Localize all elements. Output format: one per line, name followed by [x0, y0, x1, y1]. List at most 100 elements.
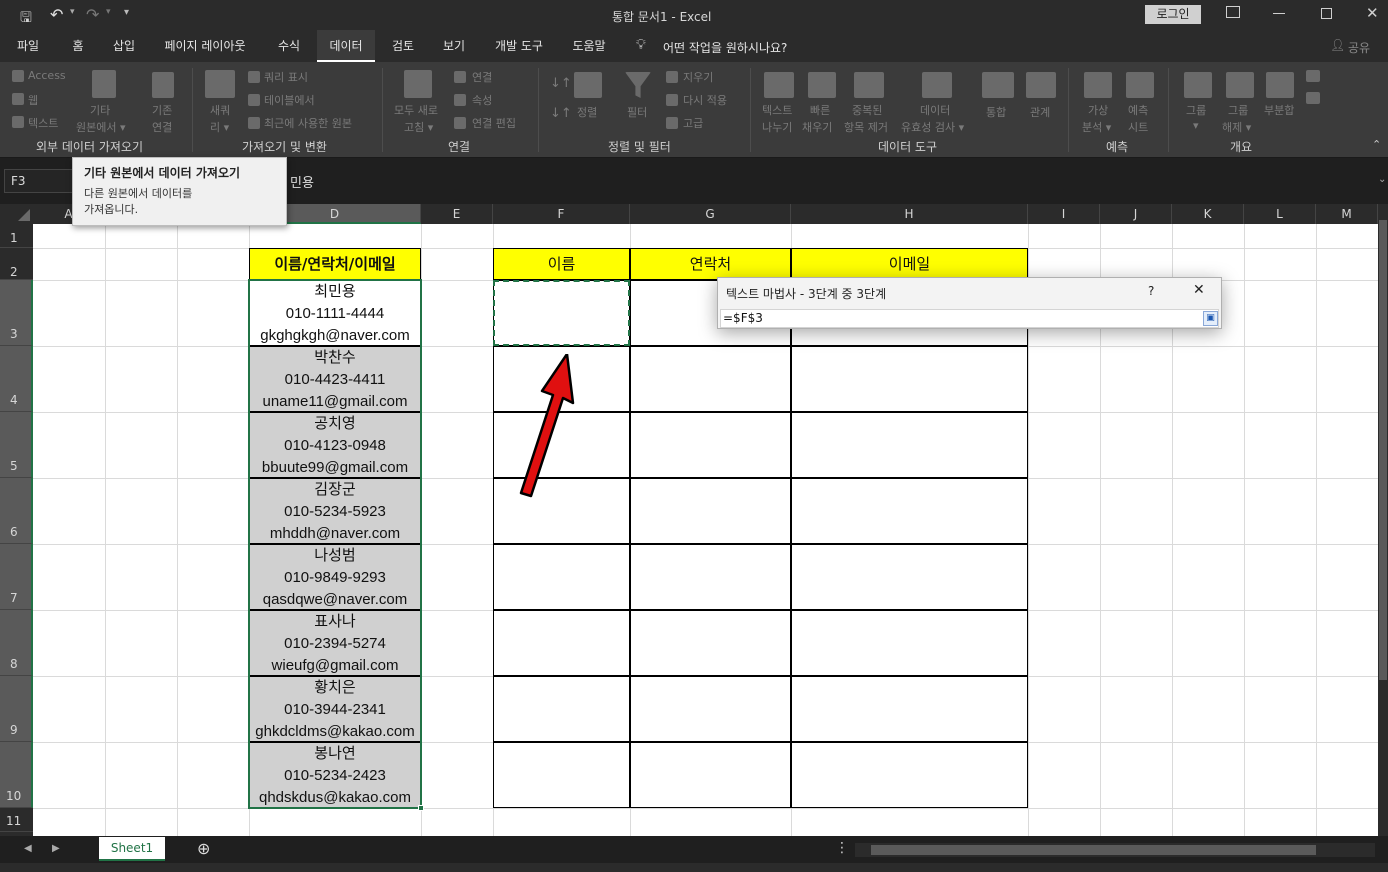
minimize-icon[interactable] [1273, 13, 1285, 14]
select-all-corner[interactable] [0, 204, 33, 224]
hide-detail-icon[interactable] [1306, 92, 1320, 104]
data-cell-d3[interactable]: 최민용 010-1111-4444 gkghgkgh@naver.com [249, 280, 421, 346]
sort-button[interactable]: 정렬 [577, 104, 597, 120]
relationships-button[interactable]: 관계 [1030, 104, 1050, 120]
expand-formula-bar-icon[interactable]: ⌄ [1378, 174, 1386, 185]
tab-insert[interactable]: 삽입 [104, 30, 144, 62]
empty-cell[interactable] [791, 610, 1028, 676]
empty-cell[interactable] [493, 544, 630, 610]
tab-page-layout[interactable]: 페이지 레이아웃 [152, 30, 258, 62]
dialog-help-button[interactable]: ? [1148, 284, 1154, 298]
tab-review[interactable]: 검토 [383, 30, 423, 62]
empty-cell[interactable] [630, 478, 791, 544]
empty-cell[interactable] [791, 544, 1028, 610]
data-cell-d8[interactable]: 표사나 010-2394-5274 wieufg@gmail.com [249, 610, 421, 676]
text-to-columns-label-2[interactable]: 나누기 [762, 119, 792, 135]
login-button[interactable]: 로그인 [1145, 5, 1201, 24]
forecast-sheet-label-1[interactable]: 예측 [1128, 102, 1148, 118]
empty-cell[interactable] [493, 610, 630, 676]
d2-header-cell[interactable]: 이름/연락처/이메일 [249, 248, 421, 280]
what-if-label-1[interactable]: 가상 [1088, 102, 1108, 118]
fill-handle[interactable] [418, 805, 424, 811]
empty-cell[interactable] [791, 676, 1028, 742]
other-sources-label-2[interactable]: 원본에서 ▾ [76, 119, 126, 135]
web-button[interactable]: 웹 [28, 92, 38, 108]
text-to-columns-label-1[interactable]: 텍스트 [762, 102, 792, 118]
column-header-g[interactable]: G [630, 204, 791, 224]
consolidate-button[interactable]: 통합 [986, 104, 1006, 120]
horizontal-scrollbar[interactable] [855, 843, 1375, 857]
tab-file[interactable]: 파일 [6, 30, 50, 62]
next-sheet-icon[interactable]: ▶ [52, 843, 60, 854]
column-header-i[interactable]: I [1028, 204, 1100, 224]
empty-cell[interactable] [630, 412, 791, 478]
share-button[interactable]: 공유 [1348, 39, 1370, 56]
row-header-10[interactable]: 10 [0, 742, 33, 808]
column-header-l[interactable]: L [1244, 204, 1316, 224]
customize-qat-icon[interactable]: ▾ [124, 7, 129, 18]
empty-cell[interactable] [493, 742, 630, 808]
tab-home[interactable]: 홈 [60, 30, 96, 62]
vertical-scroll-thumb[interactable] [1379, 220, 1387, 680]
text-button[interactable]: 텍스트 [28, 115, 58, 131]
more-options-icon[interactable]: ⋮ [835, 840, 849, 856]
sort-za-icon[interactable]: ↓↑ [550, 106, 572, 121]
row-header-1[interactable]: 1 [0, 224, 33, 248]
refresh-all-label-2[interactable]: 고침 ▾ [404, 119, 433, 135]
data-cell-d4[interactable]: 박찬수 010-4423-4411 uname11@gmail.com [249, 346, 421, 412]
close-window-icon[interactable]: ✕ [1366, 4, 1379, 22]
share-icon[interactable]: 👤︎ [1330, 38, 1345, 52]
empty-cell[interactable] [630, 544, 791, 610]
group-dropdown-icon[interactable]: ▾ [1193, 119, 1199, 132]
empty-cell[interactable] [493, 676, 630, 742]
collapse-ribbon-icon[interactable]: ⌃ [1372, 138, 1381, 151]
undo-dropdown-icon[interactable]: ▾ [70, 7, 75, 17]
forecast-sheet-label-2[interactable]: 시트 [1128, 119, 1148, 135]
show-detail-icon[interactable] [1306, 70, 1320, 82]
tab-formulas[interactable]: 수식 [268, 30, 310, 62]
from-table-button[interactable]: 테이블에서 [264, 92, 315, 108]
empty-cell[interactable] [630, 676, 791, 742]
remove-duplicates-label-2[interactable]: 항목 제거 [844, 119, 888, 135]
formula-input[interactable]: 민용 [290, 169, 314, 193]
ungroup-label-2[interactable]: 해제 ▾ [1222, 119, 1251, 135]
expand-dialog-icon[interactable]: ▣ [1203, 311, 1218, 326]
data-cell-d9[interactable]: 황치은 010-3944-2341 ghkdcldms@kakao.com [249, 676, 421, 742]
undo-icon[interactable]: ↶ [50, 5, 63, 24]
empty-cell[interactable] [791, 742, 1028, 808]
flash-fill-label-2[interactable]: 채우기 [802, 119, 832, 135]
tab-data[interactable]: 데이터 [317, 30, 375, 62]
existing-connections-label-1[interactable]: 기존 [152, 102, 172, 118]
save-icon[interactable]: 🖫 [20, 7, 32, 31]
data-validation-label-1[interactable]: 데이터 [920, 102, 950, 118]
row-header-2[interactable]: 2 [0, 248, 33, 280]
what-if-label-2[interactable]: 분석 ▾ [1082, 119, 1111, 135]
existing-connections-label-2[interactable]: 연결 [152, 119, 172, 135]
other-sources-label-1[interactable]: 기타 [90, 102, 110, 118]
data-cell-d10[interactable]: 봉나연 010-5234-2423 qhdskdus@kakao.com [249, 742, 421, 808]
name-header-cell[interactable]: 이름 [493, 248, 630, 280]
column-header-f[interactable]: F [493, 204, 630, 224]
range-reference-input[interactable]: =$F$3 ▣ [720, 309, 1219, 328]
empty-cell[interactable] [630, 742, 791, 808]
prev-sheet-icon[interactable]: ◀ [24, 843, 32, 854]
sheet-tab-sheet1[interactable]: Sheet1 [99, 837, 165, 861]
refresh-all-label-1[interactable]: 모두 새로 [394, 102, 438, 118]
filter-button[interactable]: 필터 [627, 104, 647, 120]
advanced-button[interactable]: 고급 [683, 115, 703, 131]
data-cell-d6[interactable]: 김장군 010-5234-5923 mhddh@naver.com [249, 478, 421, 544]
destination-cell-f3-marquee[interactable] [493, 280, 630, 346]
connections-button[interactable]: 연결 [472, 69, 492, 85]
empty-cell[interactable] [791, 346, 1028, 412]
column-header-h[interactable]: H [791, 204, 1028, 224]
remove-duplicates-label-1[interactable]: 중복된 [852, 102, 882, 118]
data-validation-label-2[interactable]: 유효성 검사 ▾ [901, 119, 964, 135]
column-header-j[interactable]: J [1100, 204, 1172, 224]
properties-button[interactable]: 속성 [472, 92, 492, 108]
row-header-8[interactable]: 8 [0, 610, 33, 676]
redo-dropdown-icon[interactable]: ▾ [106, 7, 111, 17]
row-header-9[interactable]: 9 [0, 676, 33, 742]
maximize-icon[interactable] [1321, 8, 1332, 19]
row-header-3[interactable]: 3 [0, 280, 33, 346]
row-header-6[interactable]: 6 [0, 478, 33, 544]
